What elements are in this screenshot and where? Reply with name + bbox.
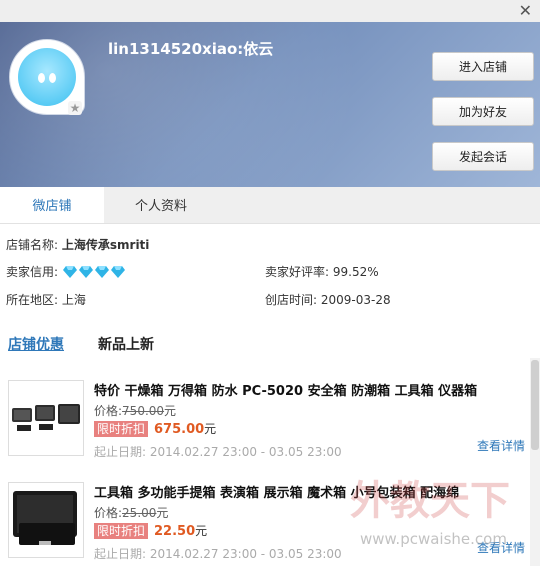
add-friend-button[interactable]: 加为好友 — [432, 97, 534, 126]
product-image[interactable] — [8, 380, 84, 456]
tab-new-arrivals[interactable]: 新品上新 — [98, 334, 154, 354]
profile-header: ★ lin1314520xiao:依云 进入店铺 加为好友 发起会话 — [0, 22, 540, 187]
shop-name-value[interactable]: 上海传承smriti — [62, 238, 150, 252]
tab-discounts[interactable]: 店铺优惠 — [8, 334, 64, 354]
discount-price: 22.50元 — [154, 524, 208, 539]
original-price: 价格:25.00元 — [94, 506, 169, 520]
close-icon[interactable]: ✕ — [519, 1, 532, 20]
scrollbar-thumb[interactable] — [531, 360, 539, 450]
region-label: 所在地区: — [6, 293, 59, 307]
shop-since-row: 创店时间: 2009-03-28 — [265, 291, 391, 308]
shop-name-row: 店铺名称: 上海传承smriti — [6, 236, 149, 253]
view-details-link[interactable]: 查看详情 — [477, 437, 525, 454]
diamond-icon — [62, 266, 77, 278]
seller-credit-row: 卖家信用: — [6, 263, 126, 282]
scrollbar[interactable] — [530, 358, 540, 566]
shop-since-label: 创店时间: — [265, 293, 318, 307]
product-image[interactable] — [8, 482, 84, 558]
seller-credit-label: 卖家信用: — [6, 265, 59, 279]
rating-row: 卖家好评率: 99.52% — [265, 263, 379, 280]
diamond-icon — [78, 266, 93, 278]
diamond-icon — [110, 266, 125, 278]
region-row: 所在地区: 上海 — [6, 291, 86, 308]
title-bar: ✕ — [0, 0, 540, 22]
star-icon: ★ — [68, 101, 82, 115]
product-card: 工具箱 多功能手提箱 表演箱 展示箱 魔术箱 小号包装箱 配海绵 价格:25.0… — [0, 482, 530, 577]
tab-bar: 微店铺 个人资料 — [0, 187, 540, 224]
discount-badge: 限时折扣 — [94, 421, 149, 437]
discount-badge: 限时折扣 — [94, 523, 149, 539]
tab-micro-shop[interactable]: 微店铺 — [0, 187, 104, 223]
promo-dates: 起止日期: 2014.02.27 23:00 - 03.05 23:00 — [94, 445, 342, 459]
rating-value: 99.52% — [332, 265, 379, 279]
avatar-image — [18, 48, 76, 106]
product-card: 特价 干燥箱 万得箱 防水 PC-5020 安全箱 防潮箱 工具箱 仪器箱 价格… — [0, 380, 530, 475]
diamond-icon — [94, 266, 109, 278]
discount-price: 675.00元 — [154, 422, 217, 437]
product-title[interactable]: 特价 干燥箱 万得箱 防水 PC-5020 安全箱 防潮箱 工具箱 仪器箱 — [94, 380, 477, 399]
start-chat-button[interactable]: 发起会话 — [432, 142, 534, 171]
promo-dates: 起止日期: 2014.02.27 23:00 - 03.05 23:00 — [94, 547, 342, 561]
tab-profile[interactable]: 个人资料 — [104, 187, 218, 223]
region-value: 上海 — [61, 293, 86, 307]
shop-name-label: 店铺名称: — [6, 238, 59, 252]
username: lin1314520xiao:依云 — [108, 40, 274, 58]
enter-shop-button[interactable]: 进入店铺 — [432, 52, 534, 81]
diamond-rating — [62, 265, 126, 282]
shop-since-value: 2009-03-28 — [320, 293, 391, 307]
original-price: 价格:750.00元 — [94, 404, 177, 418]
rating-label: 卖家好评率: — [265, 265, 330, 279]
product-title[interactable]: 工具箱 多功能手提箱 表演箱 展示箱 魔术箱 小号包装箱 配海绵 — [94, 482, 459, 501]
view-details-link[interactable]: 查看详情 — [477, 539, 525, 556]
